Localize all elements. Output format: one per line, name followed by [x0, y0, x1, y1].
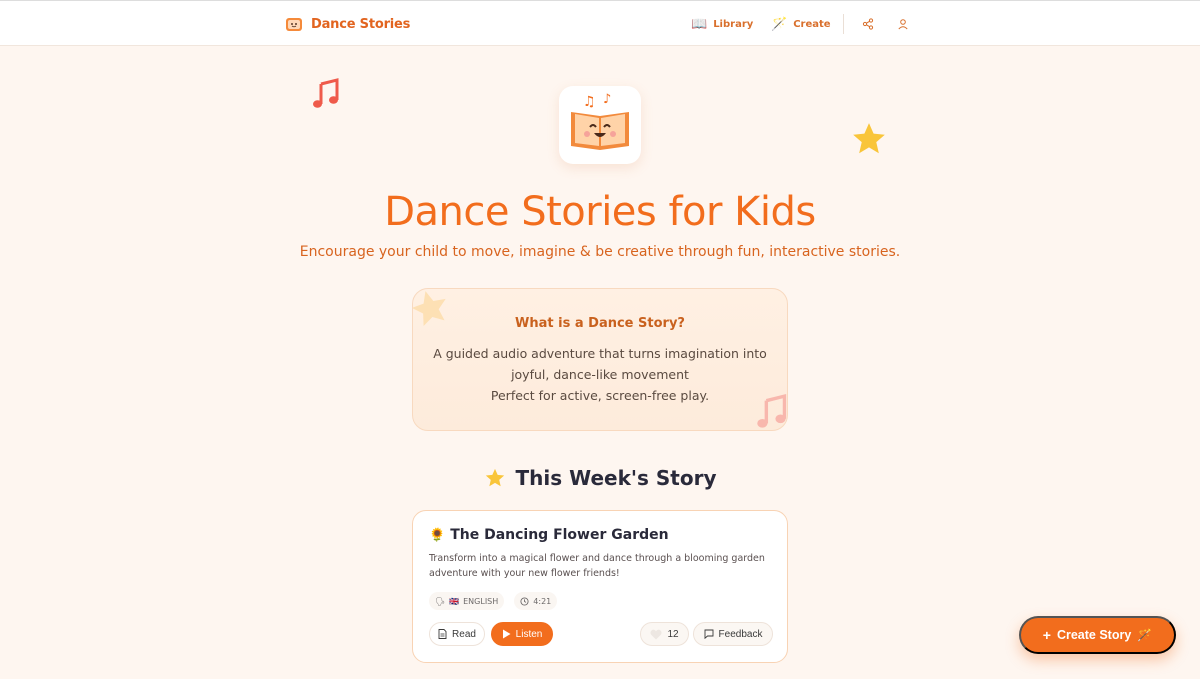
star-icon [853, 123, 885, 154]
duration-label: 4:21 [533, 596, 552, 606]
nav-library-label: Library [713, 18, 754, 30]
magic-wand-icon: 🪄 [1137, 628, 1153, 642]
info-text-line: Perfect for active, screen-free play. [490, 388, 710, 403]
what-is-card: What is a Dance Story? A guided audio ad… [412, 288, 788, 431]
like-button[interactable]: 12 [640, 622, 689, 646]
week-story-heading: This Week's Story [0, 466, 1200, 490]
comment-icon [704, 629, 713, 639]
profile-button[interactable] [892, 13, 914, 35]
play-icon [502, 629, 511, 639]
page-title: Dance Stories for Kids [384, 189, 816, 235]
svg-text:♪: ♪ [603, 92, 611, 107]
svg-text:♫: ♫ [583, 94, 596, 110]
duration-badge: 4:21 [514, 592, 558, 610]
app-icon: ♫ ♪ [559, 86, 641, 164]
plus-icon: + [1042, 627, 1051, 643]
share-icon [862, 18, 874, 30]
music-note-icon [313, 78, 339, 108]
feedback-label: Feedback [718, 628, 763, 640]
top-navigation-bar: Dance Stories 📖 Library 🪄 Create [0, 0, 1200, 46]
like-count: 12 [667, 628, 679, 640]
nav-library-link[interactable]: 📖 Library [691, 13, 753, 35]
nav-create-link[interactable]: 🪄 Create [771, 13, 831, 35]
story-title-row: 🌻 The Dancing Flower Garden [429, 527, 669, 543]
create-story-label: Create Story [1056, 628, 1132, 642]
user-icon [898, 19, 908, 30]
nav-create-label: Create [793, 18, 831, 30]
listen-label: Listen [515, 628, 543, 640]
clock-icon [520, 596, 529, 606]
info-text-line: joyful, dance-like movement [511, 367, 689, 382]
story-meta: 🗣 🇬🇧 ENGLISH 4:21 [429, 592, 558, 610]
story-title: The Dancing Flower Garden [450, 527, 669, 543]
story-card[interactable]: 🌻 The Dancing Flower Garden Transform in… [412, 510, 788, 663]
open-book-icon: 📖 [691, 16, 708, 32]
brand-name: Dance Stories [311, 16, 411, 32]
info-heading: What is a Dance Story? [515, 316, 685, 331]
brand-home-link[interactable]: Dance Stories [285, 13, 410, 35]
read-label: Read [452, 628, 476, 640]
read-button[interactable]: Read [429, 622, 485, 646]
document-icon [438, 629, 447, 639]
language-label: ENGLISH [463, 596, 499, 606]
book-smile-logo-icon [286, 18, 302, 31]
listen-button[interactable]: Listen [491, 622, 553, 646]
page-subtitle: Encourage your child to move, imagine & … [299, 244, 901, 260]
star-icon [485, 468, 504, 487]
story-actions: Read Listen 12 Feedback [429, 622, 773, 646]
uk-flag-icon: 🇬🇧 [449, 596, 460, 606]
info-text-line: A guided audio adventure that turns imag… [433, 346, 767, 361]
nav-divider [843, 14, 844, 34]
language-badge: 🗣 🇬🇧 ENGLISH [429, 592, 505, 610]
speech-balloon-icon: 🗣 [435, 596, 446, 606]
book-smile-app-icon: ♫ ♪ [571, 92, 629, 150]
share-button[interactable] [857, 13, 879, 35]
magic-wand-icon: 🪄 [771, 16, 788, 32]
feedback-button[interactable]: Feedback [693, 622, 773, 646]
story-description: Transform into a magical flower and danc… [429, 553, 765, 579]
week-story-title: This Week's Story [515, 466, 717, 490]
sunflower-icon: 🌻 [429, 527, 446, 543]
heart-icon [650, 629, 662, 639]
create-story-button[interactable]: + Create Story 🪄 [1019, 616, 1176, 654]
